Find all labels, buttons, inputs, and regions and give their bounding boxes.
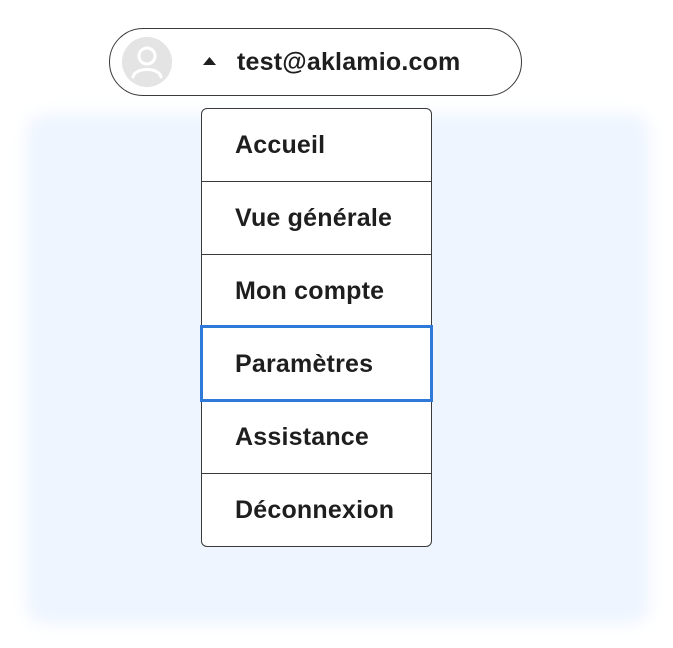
account-dropdown-menu: Accueil Vue générale Mon compte Paramètr… [200,108,433,547]
menu-item-label: Accueil [235,130,326,159]
account-email: test@aklamio.com [237,48,461,76]
account-menu-button[interactable]: test@aklamio.com [109,28,522,96]
menu-item-parametres[interactable]: Paramètres [200,325,433,402]
user-avatar-icon [122,37,172,87]
menu-item-mon-compte[interactable]: Mon compte [202,254,431,327]
menu-item-label: Vue générale [235,203,393,232]
menu-item-label: Mon compte [235,276,385,305]
caret-up-icon [202,56,217,66]
menu-item-deconnexion[interactable]: Déconnexion [202,473,431,546]
menu-item-assistance[interactable]: Assistance [202,400,431,473]
page: test@aklamio.com Accueil Vue générale Mo… [0,0,673,648]
menu-item-label: Déconnexion [235,495,395,524]
menu-item-label: Paramètres [235,349,374,378]
menu-item-vue-generale[interactable]: Vue générale [202,181,431,254]
menu-item-label: Assistance [235,422,370,451]
menu-item-accueil[interactable]: Accueil [202,109,431,181]
